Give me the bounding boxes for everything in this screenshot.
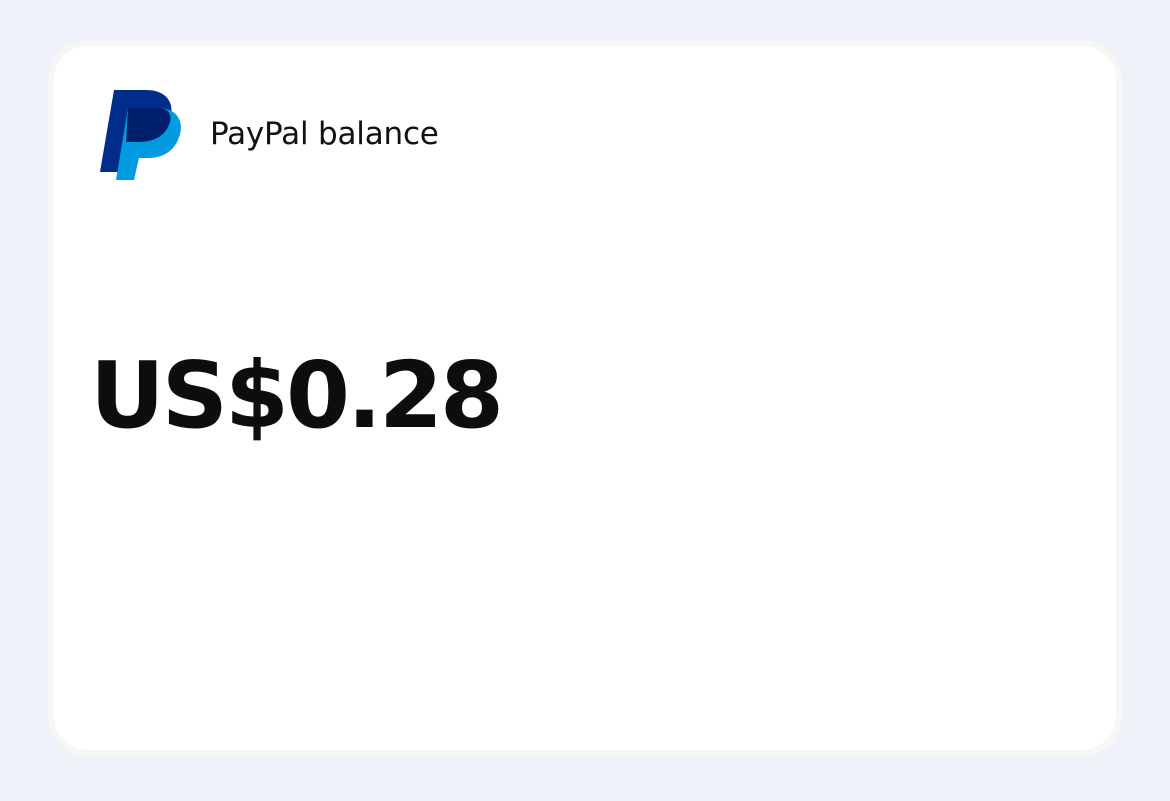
paypal-logo-icon xyxy=(100,84,184,180)
balance-amount: US$0.28 xyxy=(90,342,504,449)
paypal-balance-card[interactable]: PayPal balance US$0.28 xyxy=(48,40,1122,756)
card-title: PayPal balance xyxy=(210,116,439,152)
